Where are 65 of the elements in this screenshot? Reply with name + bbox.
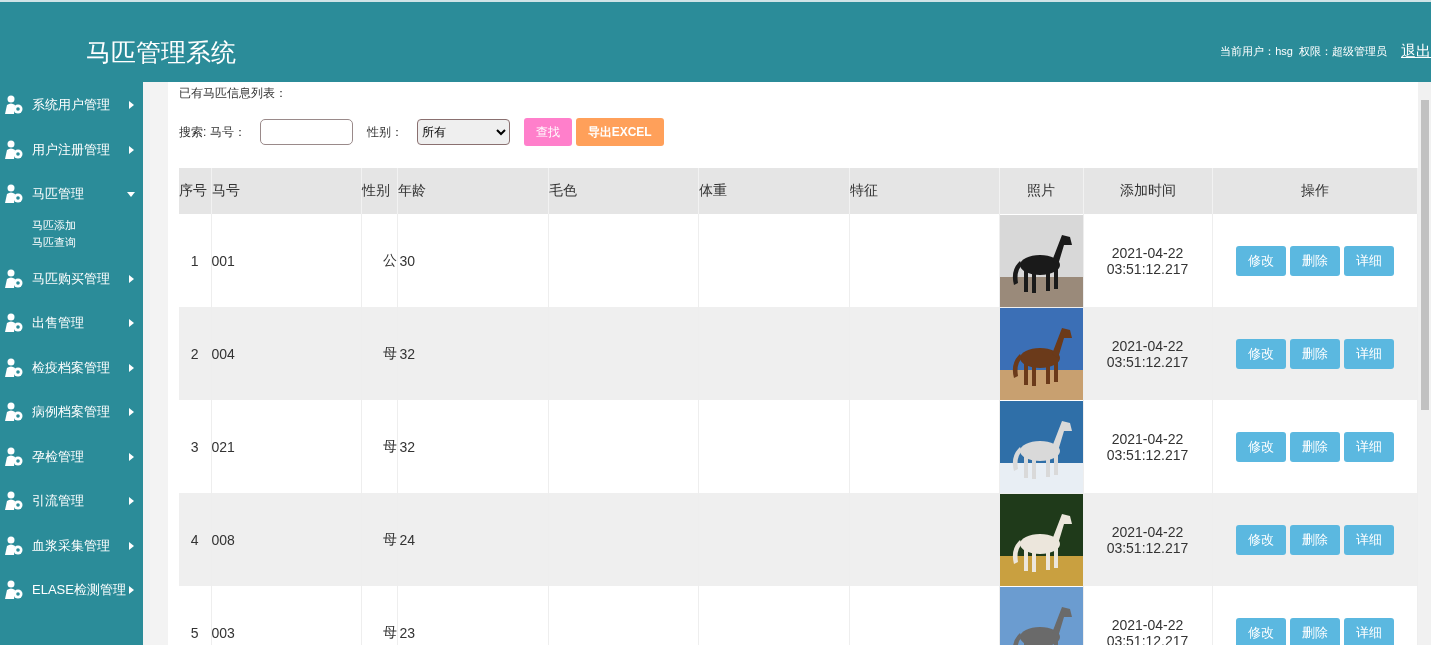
action-button[interactable]: 详细 — [1343, 245, 1394, 276]
user-gear-icon — [4, 580, 24, 601]
action-button[interactable]: 删除 — [1289, 245, 1340, 276]
column-header: 年龄 — [397, 168, 548, 214]
user-gear-icon — [4, 139, 24, 160]
table-cell: 003 — [211, 586, 361, 645]
user-gear-icon — [4, 357, 24, 378]
user-gear-icon — [4, 95, 24, 116]
column-header: 体重 — [698, 168, 849, 214]
column-header: 操作 — [1212, 168, 1417, 214]
action-button[interactable]: 修改 — [1235, 617, 1286, 645]
sidebar-item[interactable]: 出售管理 — [0, 301, 143, 346]
column-header: 马号 — [211, 168, 361, 214]
user-gear-icon — [4, 446, 24, 467]
sidebar-item[interactable]: 马匹购买管理 — [0, 256, 143, 301]
user-gear-icon — [4, 535, 24, 556]
table-cell: 23 — [397, 586, 548, 645]
column-header: 性别 — [361, 168, 397, 214]
action-button[interactable]: 详细 — [1343, 617, 1394, 645]
sidebar-item[interactable]: 检疫档案管理 — [0, 345, 143, 390]
table-cell: 5 — [179, 586, 211, 645]
search-label: 搜索: 马号： — [179, 123, 246, 141]
user-gear-icon — [4, 402, 24, 423]
sidebar-item[interactable]: 病例档案管理 — [0, 390, 143, 435]
number-field[interactable] — [259, 119, 353, 145]
sidebar-item[interactable]: 血浆采集管理 — [0, 523, 143, 568]
sidebar-item[interactable]: 用户注册管理 — [0, 127, 143, 172]
export-button[interactable]: 导出EXCEL — [575, 118, 664, 146]
sidebar-item[interactable]: 引流管理 — [0, 479, 143, 524]
action-button[interactable]: 详细 — [1343, 431, 1394, 462]
table-cell: 母 — [361, 586, 397, 645]
scrollbar[interactable] — [1418, 82, 1431, 645]
find-button[interactable]: 查找 — [523, 118, 572, 146]
sex-select[interactable]: 所有 — [416, 119, 510, 145]
user-gear-icon — [4, 268, 24, 289]
action-button[interactable]: 修改 — [1235, 338, 1286, 369]
user-gear-icon — [4, 491, 24, 512]
list-title: 已有马匹信息列表： — [179, 85, 288, 102]
app-title: 马匹管理系统 — [86, 37, 237, 68]
action-button[interactable]: 删除 — [1289, 524, 1340, 555]
user-gear-icon — [4, 313, 24, 334]
action-button[interactable]: 修改 — [1235, 524, 1286, 555]
table-cell: 2021-04-22 03:51:12.217 — [1083, 586, 1212, 645]
action-button[interactable]: 删除 — [1289, 431, 1340, 462]
action-button[interactable]: 详细 — [1343, 338, 1394, 369]
sidebar-item[interactable]: ELASE检测管理 — [0, 568, 143, 613]
column-header: 特征 — [849, 168, 999, 214]
submenu-link[interactable]: 马匹添加 — [32, 216, 143, 234]
column-header: 添加时间 — [1083, 168, 1212, 214]
submenu-link[interactable]: 马匹查询 — [32, 233, 143, 251]
action-button[interactable]: 详细 — [1343, 524, 1394, 555]
user-info: 当前用户：hsg 权限：超级管理员 — [1220, 43, 1387, 59]
sidebar-item[interactable]: 系统用户管理 — [0, 83, 143, 128]
sidebar-item[interactable]: 孕检管理 — [0, 434, 143, 479]
action-button[interactable]: 修改 — [1235, 245, 1286, 276]
column-header: 序号 — [179, 168, 211, 214]
action-button[interactable]: 修改 — [1235, 431, 1286, 462]
column-header: 照片 — [999, 168, 1083, 214]
sidebar-item[interactable]: 马匹管理 — [0, 172, 143, 217]
logout-link[interactable]: 退出 — [1401, 41, 1431, 61]
user-gear-icon — [4, 184, 24, 205]
column-header: 毛色 — [548, 168, 698, 214]
sex-label: 性别： — [366, 123, 403, 141]
action-button[interactable]: 删除 — [1289, 338, 1340, 369]
action-button[interactable]: 删除 — [1289, 617, 1340, 645]
